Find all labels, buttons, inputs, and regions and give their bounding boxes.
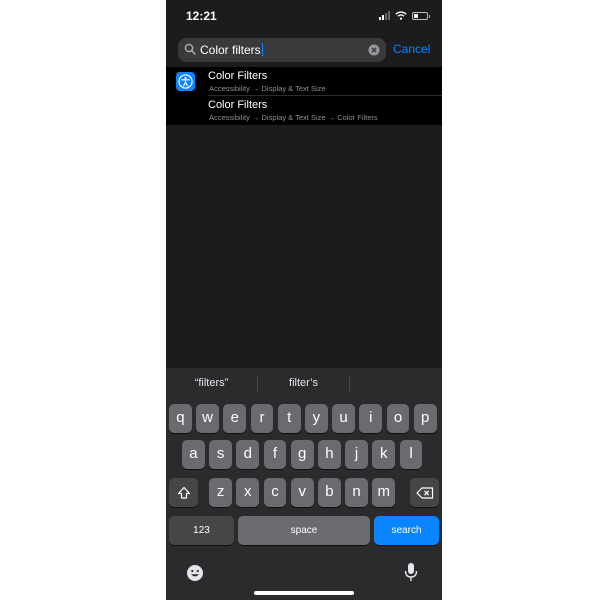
- phone-screen: 12:21 Color filters Cancel Color Filters…: [166, 0, 442, 600]
- battery-icon: [412, 11, 430, 20]
- cancel-button[interactable]: Cancel: [393, 42, 430, 56]
- status-bar: 12:21: [166, 0, 442, 34]
- result-path: Accessibility → Display & Text Size: [209, 84, 326, 93]
- status-icons: [379, 11, 430, 20]
- key-m[interactable]: m: [372, 478, 396, 507]
- accessibility-icon: [176, 72, 195, 91]
- search-query: Color filters: [200, 43, 264, 57]
- emoji-icon[interactable]: [186, 564, 204, 582]
- key-c[interactable]: c: [263, 478, 287, 507]
- key-a[interactable]: a: [182, 440, 205, 469]
- key-s[interactable]: s: [209, 440, 232, 469]
- key-k[interactable]: k: [372, 440, 396, 469]
- key-w[interactable]: w: [196, 404, 219, 433]
- search-input[interactable]: Color filters: [178, 38, 386, 62]
- result-item[interactable]: Color Filters Accessibility → Display & …: [166, 96, 442, 125]
- key-p[interactable]: p: [413, 404, 437, 433]
- search-button[interactable]: search: [374, 516, 439, 545]
- suggestion-item[interactable]: “filters”: [166, 377, 257, 389]
- space-button[interactable]: space: [238, 516, 370, 545]
- signal-icon: [379, 11, 390, 20]
- key-f[interactable]: f: [263, 440, 287, 469]
- delete-button[interactable]: [410, 478, 439, 507]
- result-item[interactable]: Color Filters Accessibility → Display & …: [166, 67, 442, 96]
- result-title: Color Filters: [208, 70, 268, 82]
- mic-icon[interactable]: [404, 562, 418, 582]
- key-u[interactable]: u: [332, 404, 355, 433]
- wifi-icon: [395, 11, 407, 20]
- result-title: Color Filters: [208, 99, 268, 111]
- key-i[interactable]: i: [359, 404, 383, 433]
- key-x[interactable]: x: [236, 478, 260, 507]
- key-q[interactable]: q: [169, 404, 192, 433]
- divider: [349, 377, 350, 391]
- search-icon: [184, 43, 196, 55]
- key-t[interactable]: t: [277, 404, 301, 433]
- text-caret: [261, 43, 264, 56]
- key-h[interactable]: h: [318, 440, 341, 469]
- key-z[interactable]: z: [209, 478, 232, 507]
- numbers-button[interactable]: 123: [169, 516, 234, 545]
- shift-icon: [177, 486, 190, 499]
- key-d[interactable]: d: [236, 440, 260, 469]
- status-time: 12:21: [186, 9, 217, 23]
- key-g[interactable]: g: [290, 440, 314, 469]
- home-indicator[interactable]: [254, 591, 354, 595]
- key-o[interactable]: o: [386, 404, 410, 433]
- result-path: Accessibility → Display & Text Size → Co…: [209, 113, 378, 122]
- suggestion-bar: “filters” filter’s: [166, 368, 442, 400]
- search-row: Color filters Cancel: [178, 38, 436, 62]
- delete-icon: [415, 486, 433, 499]
- keyboard: “filters” filter’s q w e r t y u i o p a…: [166, 368, 442, 600]
- key-y[interactable]: y: [305, 404, 328, 433]
- key-n[interactable]: n: [345, 478, 368, 507]
- key-j[interactable]: j: [345, 440, 368, 469]
- key-b[interactable]: b: [318, 478, 341, 507]
- suggestion-item[interactable]: filter’s: [258, 377, 349, 389]
- key-r[interactable]: r: [250, 404, 274, 433]
- key-v[interactable]: v: [290, 478, 314, 507]
- key-e[interactable]: e: [223, 404, 247, 433]
- key-l[interactable]: l: [399, 440, 423, 469]
- clear-icon[interactable]: [368, 44, 380, 56]
- shift-button[interactable]: [169, 478, 198, 507]
- search-results: Color Filters Accessibility → Display & …: [166, 67, 442, 125]
- search-query-text: Color filters: [200, 43, 261, 57]
